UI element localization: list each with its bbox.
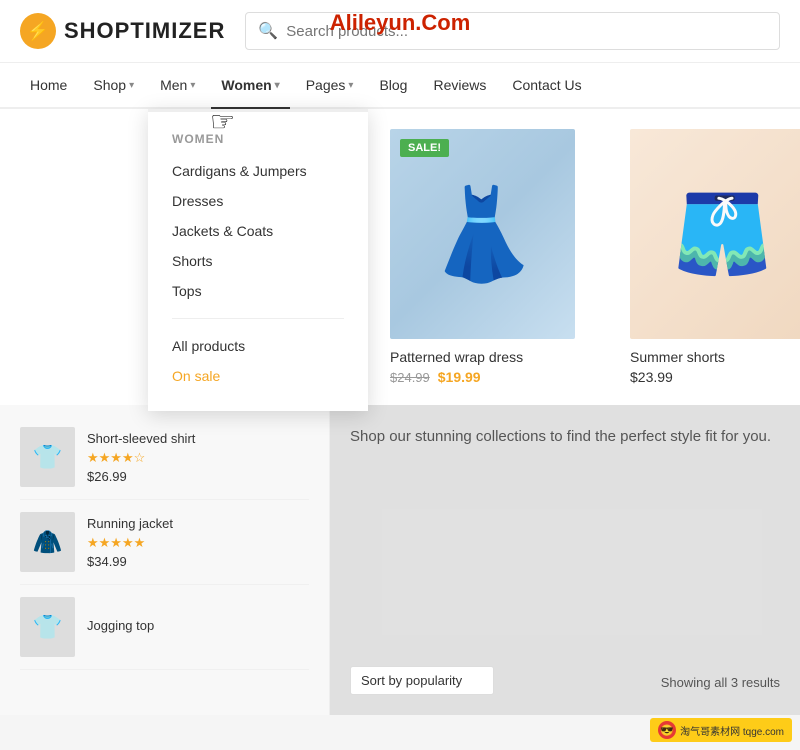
dropdown-item-jackets[interactable]: Jackets & Coats [148, 216, 368, 246]
nav-item-reviews[interactable]: Reviews [423, 63, 496, 107]
product-image-dress: 👗 SALE! [390, 129, 575, 339]
list-item[interactable]: 👕 Jogging top [20, 585, 309, 670]
dropdown-item-all-products[interactable]: All products [148, 331, 368, 361]
search-bar[interactable]: 🔍 [245, 12, 780, 50]
list-item[interactable]: 👕 Short-sleeved shirt ★★★★☆ $26.99 [20, 415, 309, 500]
main-nav: Home Shop ▾ Men ▾ Women ▾ Pages ▾ Blog R… [0, 63, 800, 109]
header: ⚡ SHOPTIMIZER 🔍 [0, 0, 800, 63]
chevron-down-icon: ▾ [190, 80, 195, 91]
product-card-shorts[interactable]: 🩳 Summer shorts $23.99 [630, 129, 800, 385]
star-rating: ★★★★★ [87, 535, 309, 551]
promo-text: Shop our stunning collections to find th… [350, 425, 780, 449]
chevron-down-icon: ▾ [129, 80, 134, 91]
price-old-dress: $24.99 [390, 370, 430, 385]
nav-item-men[interactable]: Men ▾ [150, 63, 205, 107]
nav-item-pages[interactable]: Pages ▾ [296, 63, 364, 107]
showing-results-text: Showing all 3 results [661, 675, 780, 690]
product-image-shorts: 🩳 [630, 129, 800, 339]
search-input[interactable] [286, 23, 767, 40]
list-product-image: 👕 [20, 597, 75, 657]
logo-area: ⚡ SHOPTIMIZER [20, 13, 225, 49]
dropdown-section-title: WOMEN [148, 132, 368, 156]
list-product-name: Jogging top [87, 618, 309, 633]
product-title-dress: Patterned wrap dress [390, 349, 590, 365]
nav-item-blog[interactable]: Blog [369, 63, 417, 107]
list-product-price: $26.99 [87, 469, 309, 484]
nav-item-women[interactable]: Women ▾ [211, 63, 289, 109]
right-content: Shop our stunning collections to find th… [330, 405, 800, 715]
product-list: 👕 Short-sleeved shirt ★★★★☆ $26.99 🧥 Run… [0, 405, 330, 715]
list-product-info: Jogging top [87, 618, 309, 637]
dropdown-divider [172, 318, 344, 319]
search-icon: 🔍 [258, 21, 278, 41]
list-item[interactable]: 🧥 Running jacket ★★★★★ $34.99 [20, 500, 309, 585]
women-dropdown: WOMEN Cardigans & Jumpers Dresses Jacket… [148, 109, 368, 411]
list-product-name: Short-sleeved shirt [87, 431, 309, 446]
star-rating: ★★★★☆ [87, 450, 309, 466]
dropdown-item-cardigans[interactable]: Cardigans & Jumpers [148, 156, 368, 186]
sort-select[interactable]: Sort by popularity [350, 666, 494, 695]
nav-item-contact[interactable]: Contact Us [502, 63, 591, 107]
price-new-dress: $19.99 [438, 369, 481, 385]
logo-icon: ⚡ [20, 13, 56, 49]
price-regular-shorts: $23.99 [630, 369, 673, 385]
list-product-name: Running jacket [87, 516, 309, 531]
price-row-shorts: $23.99 [630, 369, 800, 385]
nav-item-shop[interactable]: Shop ▾ [83, 63, 144, 107]
price-row-dress: $24.99 $19.99 [390, 369, 590, 385]
sort-bar: Sort by popularity [350, 666, 494, 695]
product-card-dress[interactable]: 👗 SALE! Patterned wrap dress $24.99 $19.… [390, 129, 590, 385]
nav-item-home[interactable]: Home [20, 63, 77, 107]
chevron-down-icon: ▾ [275, 80, 280, 91]
list-product-image: 🧥 [20, 512, 75, 572]
dropdown-item-shorts[interactable]: Shorts [148, 246, 368, 276]
list-product-info: Short-sleeved shirt ★★★★☆ $26.99 [87, 431, 309, 484]
product-title-shorts: Summer shorts [630, 349, 800, 365]
dropdown-item-on-sale[interactable]: On sale [148, 361, 368, 391]
brand-icon: 😎 [658, 721, 676, 739]
list-product-price: $34.99 [87, 554, 309, 569]
chevron-down-icon: ▾ [348, 80, 353, 91]
sale-badge: SALE! [400, 139, 449, 157]
bottom-section: 👕 Short-sleeved shirt ★★★★☆ $26.99 🧥 Run… [0, 405, 800, 715]
logo-text: SHOPTIMIZER [64, 18, 225, 44]
dropdown-item-dresses[interactable]: Dresses [148, 186, 368, 216]
list-product-image: 👕 [20, 427, 75, 487]
brand-badge: 😎 淘气哥素材网 tqge.com [650, 718, 792, 742]
dropdown-item-tops[interactable]: Tops [148, 276, 368, 306]
list-product-info: Running jacket ★★★★★ $34.99 [87, 516, 309, 569]
